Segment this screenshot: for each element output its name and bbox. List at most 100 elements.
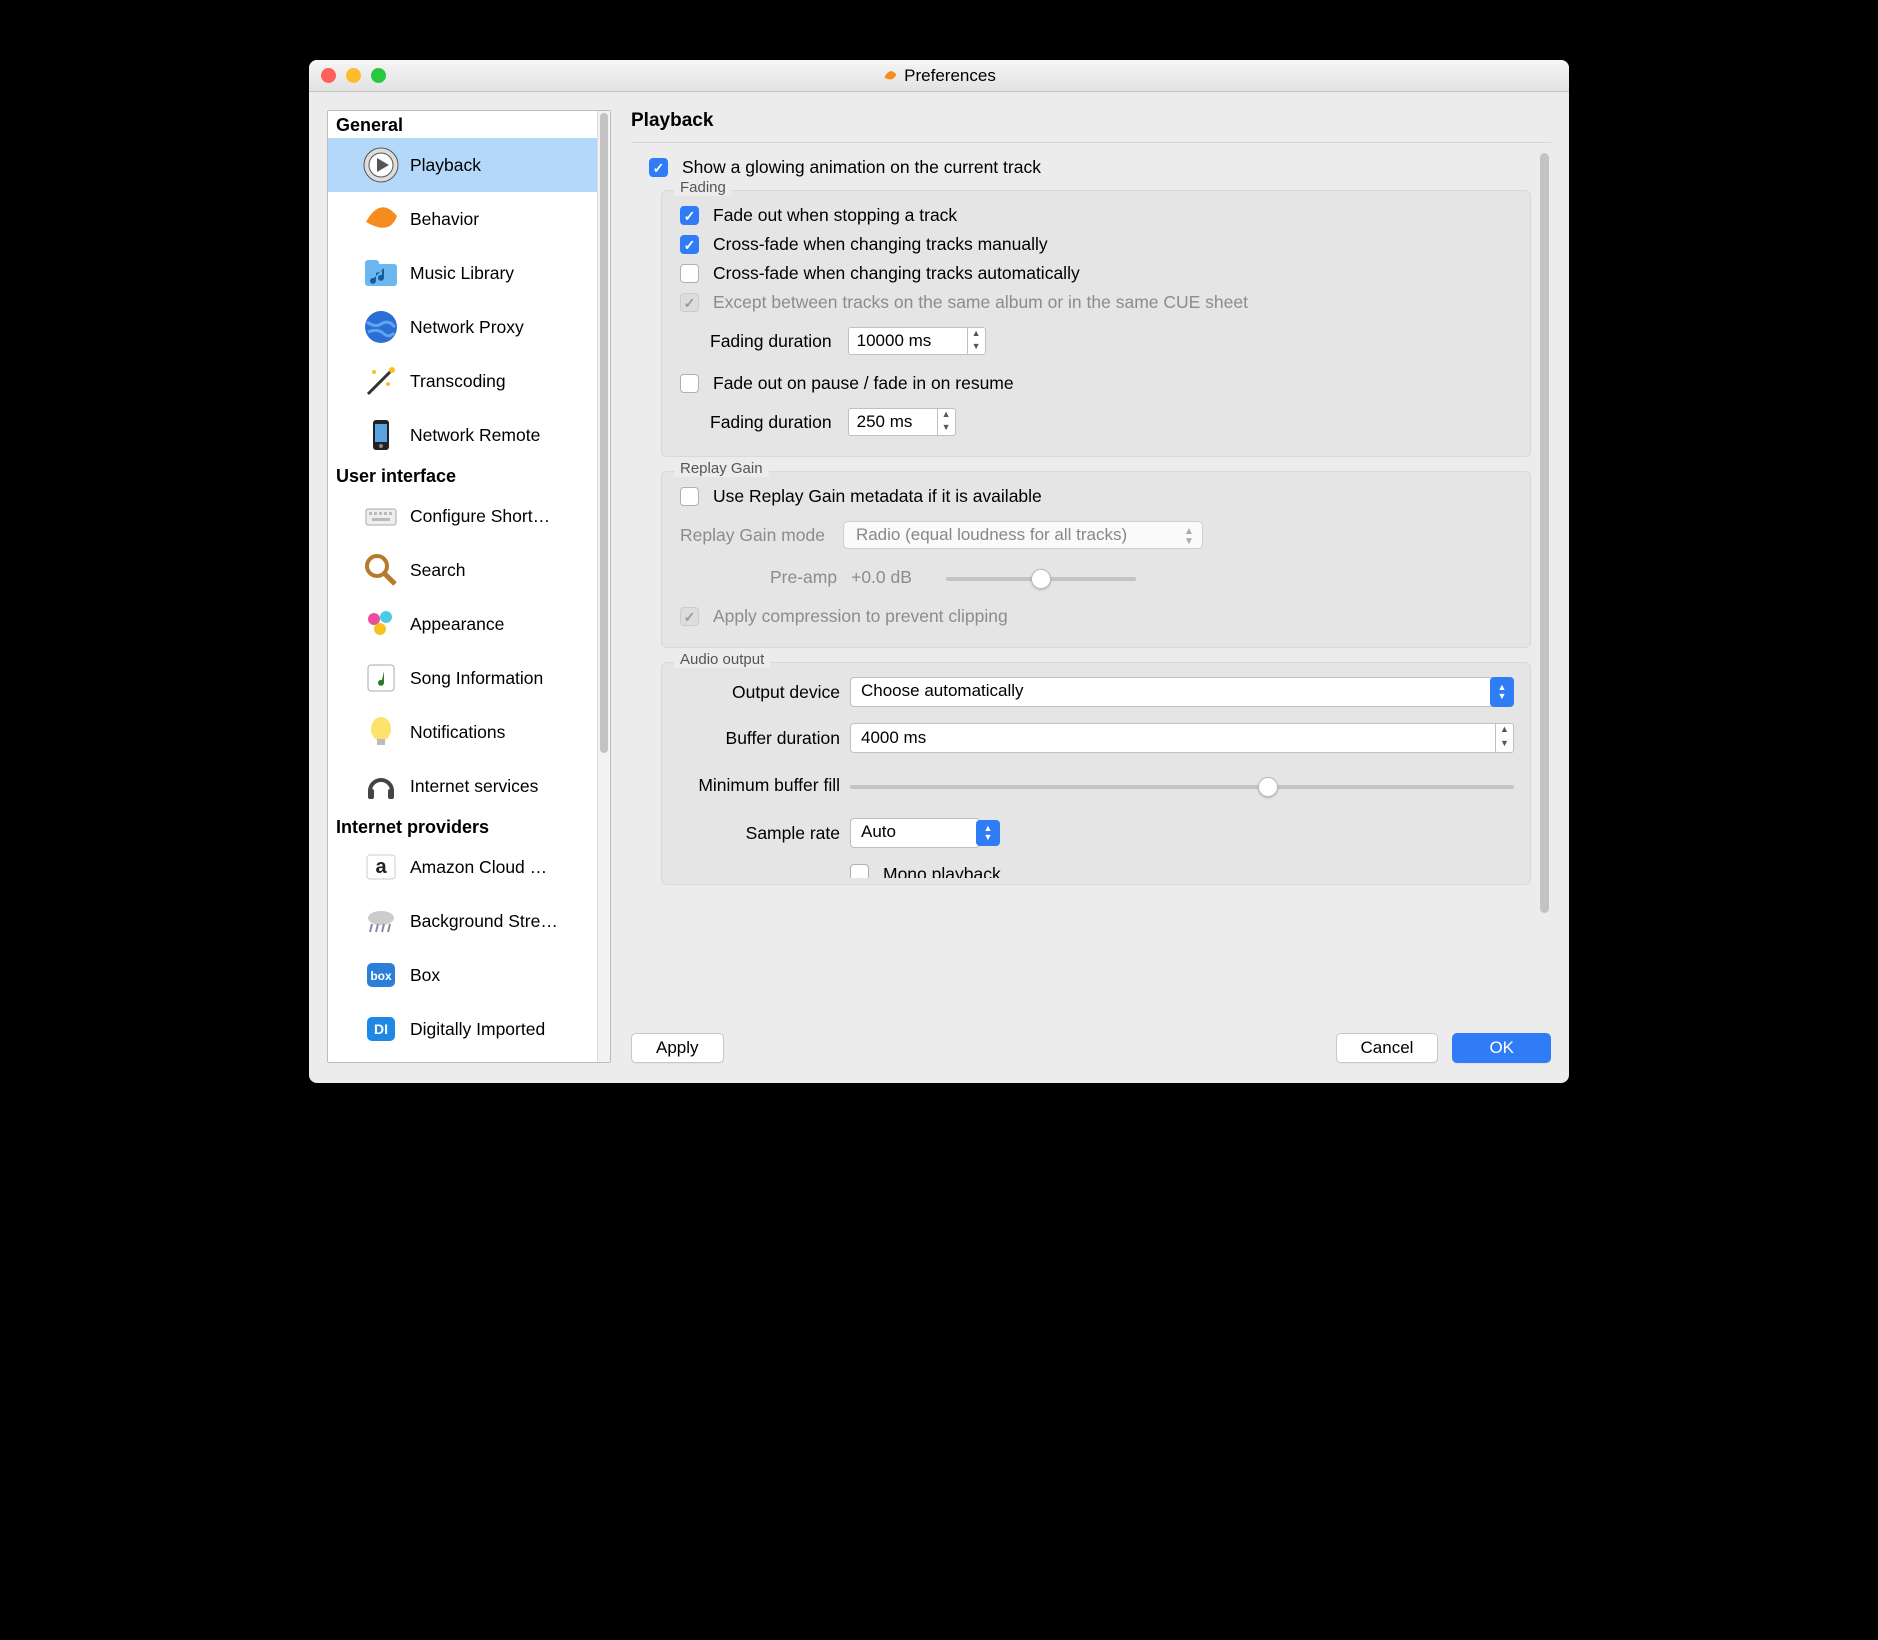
label-replay-mode: Replay Gain mode [680,525,825,546]
sidebar-item-label: Behavior [410,209,479,230]
sidebar-item-network-proxy[interactable]: Network Proxy [328,300,610,354]
titlebar[interactable]: Preferences [309,60,1569,92]
label-compression: Apply compression to prevent clipping [713,606,1008,627]
sidebar-item-network-remote[interactable]: Network Remote [328,408,610,462]
input-buffer-duration[interactable] [850,723,1496,753]
page-title: Playback [631,110,1551,143]
orange-icon [362,200,400,238]
sidebar-item-label: Configure Short… [410,506,550,527]
theme-icon [362,605,400,643]
checkbox-except-album [680,293,699,312]
minimize-icon[interactable] [346,68,361,83]
wand-icon [362,362,400,400]
sidebar-item-music-library[interactable]: Music Library [328,246,610,300]
sidebar-item-search[interactable]: Search [328,543,610,597]
label-crossfade-manual: Cross-fade when changing tracks manually [713,234,1048,255]
label-fade-duration-1: Fading duration [710,331,832,352]
label-glow: Show a glowing animation on the current … [682,157,1041,178]
input-fade-duration-1[interactable] [848,327,968,355]
sidebar-item-behavior[interactable]: Behavior [328,192,610,246]
sidebar-item-box[interactable]: box Box [328,948,610,1002]
cancel-button[interactable]: Cancel [1336,1033,1439,1063]
spin-fade-duration-2[interactable]: ▲▼ [848,408,956,436]
audio-output-section: Audio output Output device Choose automa… [661,662,1531,885]
slider-min-buffer[interactable] [850,776,1514,796]
sidebar-item-label: Search [410,560,465,581]
select-output-device[interactable]: Choose automatically ▲▼ [850,677,1514,707]
window-title: Preferences [904,66,996,86]
chevron-updown-icon: ▲▼ [1184,527,1194,547]
audio-legend: Audio output [674,651,770,668]
main-panel: Playback Show a glowing animation on the… [631,110,1551,1063]
label-output-device: Output device [680,682,850,703]
select-sample-rate[interactable]: Auto ▲▼ [850,818,1000,848]
sidebar: General Playback Behavior Music Library … [327,110,611,1063]
box-icon: box [362,956,400,994]
checkbox-mono[interactable] [850,864,869,878]
chevron-updown-icon[interactable]: ▲▼ [976,820,1000,846]
input-fade-duration-2[interactable] [848,408,938,436]
sidebar-item-label: Internet services [410,776,538,797]
globe-icon [362,308,400,346]
label-fade-stop: Fade out when stopping a track [713,205,957,226]
sidebar-item-song-info[interactable]: Song Information [328,651,610,705]
sidebar-item-playback[interactable]: Playback [328,138,610,192]
label-sample-rate: Sample rate [680,823,850,844]
chevron-updown-icon[interactable]: ▲▼ [1490,677,1514,707]
sidebar-item-label: Music Library [410,263,514,284]
label-min-buffer: Minimum buffer fill [680,775,850,796]
di-icon: DI [362,1010,400,1048]
label-preamp: Pre-amp [770,567,837,588]
apply-button[interactable]: Apply [631,1033,724,1063]
checkbox-compression [680,607,699,626]
sidebar-item-label: Notifications [410,722,505,743]
stepper-icon[interactable]: ▲▼ [968,327,986,355]
phone-icon [362,416,400,454]
sidebar-item-label: Song Information [410,668,543,689]
sidebar-item-transcoding[interactable]: Transcoding [328,354,610,408]
amazon-icon: a [362,848,400,886]
close-icon[interactable] [321,68,336,83]
sidebar-item-internet-services[interactable]: Internet services [328,759,610,813]
ok-button[interactable]: OK [1452,1033,1551,1063]
checkbox-crossfade-auto[interactable] [680,264,699,283]
sidebar-item-shortcuts[interactable]: Configure Short… [328,489,610,543]
headphones-icon [362,767,400,805]
checkbox-crossfade-manual[interactable] [680,235,699,254]
play-icon [362,146,400,184]
fading-legend: Fading [674,179,732,196]
sidebar-item-label: Digitally Imported [410,1019,545,1040]
select-replay-mode: Radio (equal loudness for all tracks) ▲▼ [843,521,1203,549]
sidebar-category: Internet providers [328,813,610,840]
sidebar-item-appearance[interactable]: Appearance [328,597,610,651]
zoom-icon[interactable] [371,68,386,83]
checkbox-replay-gain[interactable] [680,487,699,506]
bulb-icon [362,713,400,751]
content-scrollbar[interactable] [1538,153,1551,1015]
svg-text:box: box [370,969,392,983]
sidebar-item-background-streams[interactable]: Background Stre… [328,894,610,948]
cloud-icon [362,902,400,940]
folder-music-icon [362,254,400,292]
checkbox-fade-stop[interactable] [680,206,699,225]
sidebar-item-notifications[interactable]: Notifications [328,705,610,759]
sidebar-item-label: Amazon Cloud … [410,857,547,878]
note-icon [362,659,400,697]
label-crossfade-auto: Cross-fade when changing tracks automati… [713,263,1080,284]
replay-gain-section: Replay Gain Use Replay Gain metadata if … [661,471,1531,648]
sidebar-item-label: Box [410,965,440,986]
sidebar-scrollbar[interactable] [597,111,610,1062]
sidebar-item-amazon[interactable]: a Amazon Cloud … [328,840,610,894]
search-icon [362,551,400,589]
spin-fade-duration-1[interactable]: ▲▼ [848,327,986,355]
dialog-buttons: Apply Cancel OK [631,1033,1551,1063]
checkbox-fade-pause[interactable] [680,374,699,393]
sidebar-item-label: Background Stre… [410,911,558,932]
checkbox-glow[interactable] [649,158,668,177]
stepper-icon[interactable]: ▲▼ [1496,723,1514,753]
label-fade-duration-2: Fading duration [710,412,832,433]
label-mono: Mono playback [883,864,1001,878]
slider-preamp [946,568,1136,588]
sidebar-item-di[interactable]: DI Digitally Imported [328,1002,610,1056]
stepper-icon[interactable]: ▲▼ [938,408,956,436]
